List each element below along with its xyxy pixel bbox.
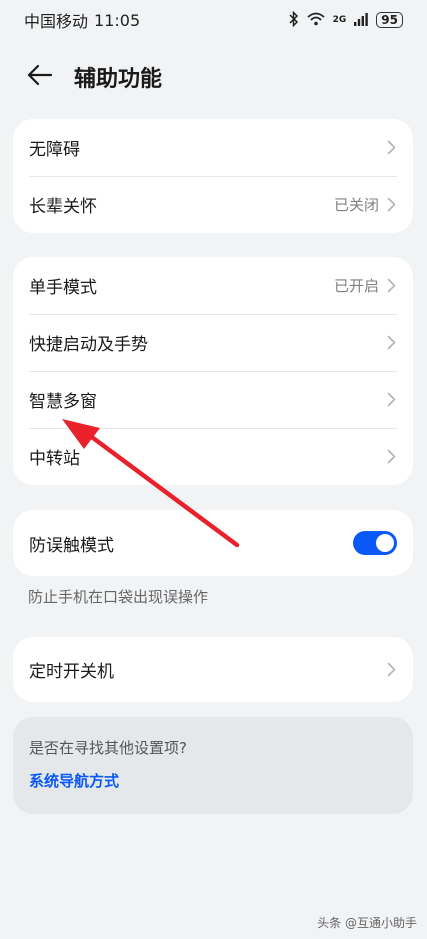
elder-care-item[interactable]: 长辈关怀 已关闭: [13, 176, 413, 233]
chevron-right-icon: [385, 277, 397, 295]
settings-group-schedule: 定时开关机: [13, 637, 413, 702]
page-header: 辅助功能: [0, 55, 427, 99]
row-label: 中转站: [29, 449, 80, 469]
arrow-left-icon: [27, 64, 53, 90]
mistouch-mode-item: 防误触模式: [13, 510, 413, 576]
status-bar: 中国移动 11:05 2G 95: [0, 0, 427, 40]
row-value: 已开启: [333, 277, 379, 295]
one-hand-mode-item[interactable]: 单手模式 已开启: [13, 257, 413, 314]
row-label: 智慧多窗: [29, 392, 97, 412]
watermark: 头条 @互通小助手: [317, 916, 417, 930]
row-label: 单手模式: [29, 278, 97, 298]
scheduled-power-item[interactable]: 定时开关机: [13, 637, 413, 702]
chevron-right-icon: [385, 448, 397, 466]
bluetooth-icon: [289, 10, 299, 30]
row-label: 快捷启动及手势: [29, 335, 148, 355]
chevron-right-icon: [385, 334, 397, 352]
page-title: 辅助功能: [74, 67, 163, 92]
settings-group-operation: 单手模式 已开启 快捷启动及手势 智慧多窗 中转站: [13, 257, 413, 485]
smart-multiwindow-item[interactable]: 智慧多窗: [13, 371, 413, 428]
signal-icon: [354, 12, 369, 29]
suggestion-card: 是否在寻找其他设置项? 系统导航方式: [13, 717, 413, 814]
chevron-right-icon: [385, 139, 397, 157]
row-label: 长辈关怀: [29, 197, 97, 217]
carrier-name: 中国移动: [24, 12, 89, 31]
settings-group-general: 无障碍 长辈关怀 已关闭: [13, 119, 413, 233]
chevron-right-icon: [385, 196, 397, 214]
row-label: 定时开关机: [29, 662, 114, 682]
back-button[interactable]: [18, 55, 62, 99]
accessibility-item[interactable]: 无障碍: [13, 119, 413, 176]
network-type: 2G: [332, 15, 347, 25]
system-navigation-link[interactable]: 系统导航方式: [29, 770, 397, 791]
transfer-station-item[interactable]: 中转站: [13, 428, 413, 485]
shortcuts-gestures-item[interactable]: 快捷启动及手势: [13, 314, 413, 371]
toggle-knob: [376, 534, 394, 552]
mistouch-toggle[interactable]: [353, 531, 397, 555]
battery-indicator: 95: [376, 12, 403, 28]
status-right: 2G 95: [289, 10, 403, 30]
row-label: 无障碍: [29, 140, 80, 160]
row-label: 防误触模式: [29, 535, 114, 556]
suggestion-question: 是否在寻找其他设置项?: [29, 739, 187, 757]
status-left: 中国移动 11:05: [24, 8, 140, 32]
wifi-icon: [307, 12, 325, 29]
status-time: 11:05: [94, 10, 141, 30]
mistouch-hint: 防止手机在口袋出现误操作: [28, 588, 209, 606]
chevron-right-icon: [385, 391, 397, 409]
chevron-right-icon: [385, 661, 397, 679]
settings-group-mistouch: 防误触模式: [13, 510, 413, 576]
row-value: 已关闭: [333, 196, 379, 214]
